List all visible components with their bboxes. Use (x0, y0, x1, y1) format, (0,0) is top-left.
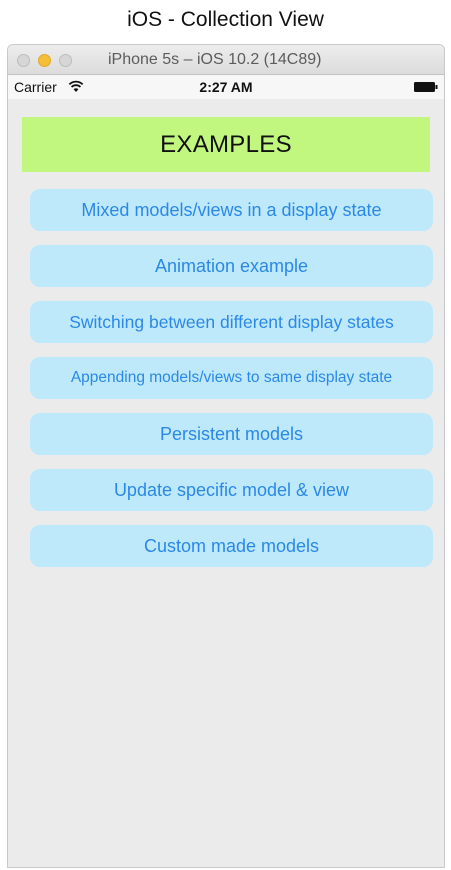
close-window-button[interactable] (17, 54, 30, 67)
zoom-window-button[interactable] (59, 54, 72, 67)
persistent-models-button[interactable]: Persistent models (30, 413, 433, 455)
custom-made-models-button[interactable]: Custom made models (30, 525, 433, 567)
battery-icon (414, 82, 438, 92)
page-heading: iOS - Collection View (127, 8, 324, 31)
app-screen: EXAMPLES Mixed models/views in a display… (8, 99, 444, 867)
window-title: iPhone 5s – iOS 10.2 (14C89) (108, 51, 322, 68)
mixed-models-button[interactable]: Mixed models/views in a display state (30, 189, 433, 231)
simulator-window: iPhone 5s – iOS 10.2 (14C89) Carrier 2:2… (7, 44, 445, 868)
animation-example-button[interactable]: Animation example (30, 245, 433, 287)
status-time: 2:27 AM (199, 79, 253, 95)
simulator-titlebar: iPhone 5s – iOS 10.2 (14C89) (8, 45, 444, 75)
update-specific-model-button[interactable]: Update specific model & view (30, 469, 433, 511)
status-bar: Carrier 2:27 AM (8, 75, 444, 99)
examples-header: EXAMPLES (22, 117, 430, 172)
appending-models-button[interactable]: Appending models/views to same display s… (30, 357, 433, 399)
examples-menu: Mixed models/views in a display state An… (30, 189, 433, 581)
switching-display-states-button[interactable]: Switching between different display stat… (30, 301, 433, 343)
minimize-window-button[interactable] (38, 54, 51, 67)
